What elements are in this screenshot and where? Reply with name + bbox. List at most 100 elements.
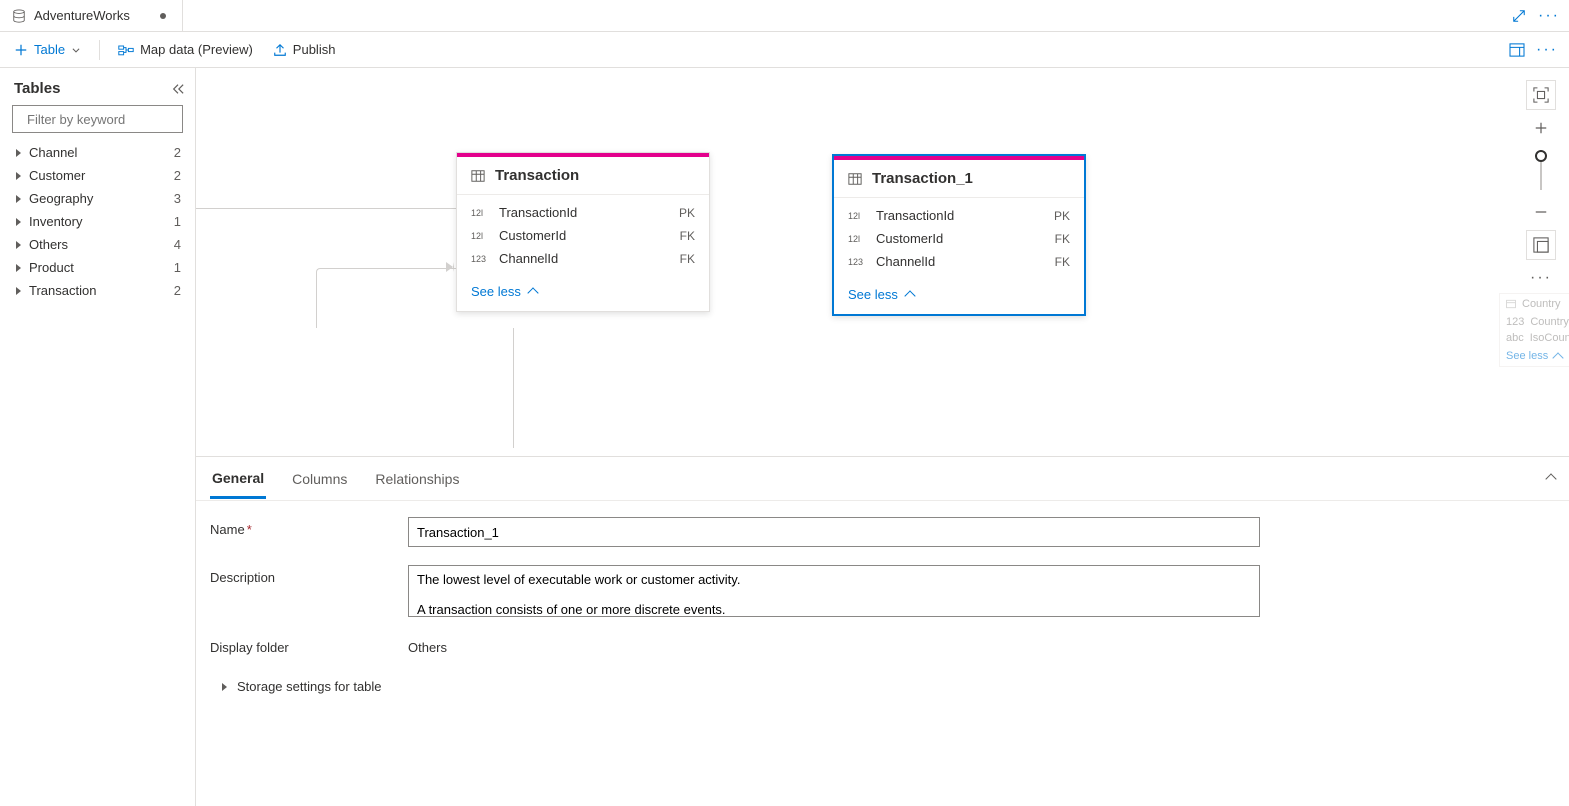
column-key: FK: [1055, 232, 1070, 246]
layout-panel-icon[interactable]: [1509, 42, 1525, 58]
column-name: CustomerId: [876, 231, 943, 246]
sidebar-title: Tables: [14, 80, 60, 97]
see-less-button[interactable]: See less: [834, 279, 1084, 314]
column-type: 123: [848, 257, 866, 267]
sidebar-tree: Channel 2 Customer 2 Geography3 Inventory1…: [0, 141, 195, 302]
name-label: Name*: [210, 517, 408, 537]
caret-icon: [222, 683, 227, 691]
map-data-label: Map data (Preview): [140, 42, 253, 57]
edge-line: [196, 208, 459, 209]
column-key: FK: [680, 252, 695, 266]
tables-sidebar: Tables Channel 2 Customer 2 Geography3 Inv…: [0, 68, 196, 806]
collapse-panel-button[interactable]: [1547, 471, 1555, 486]
description-textarea[interactable]: [408, 565, 1260, 617]
collapse-sidebar-icon[interactable]: [171, 83, 185, 95]
title-tab-adventureworks[interactable]: AdventureWorks: [0, 0, 183, 31]
storage-settings-toggle[interactable]: Storage settings for table: [210, 673, 1555, 700]
table-icon: [471, 169, 485, 183]
display-folder-value: Others: [408, 635, 447, 655]
filter-input[interactable]: [27, 112, 203, 127]
sidebar-item-label: Transaction: [29, 283, 96, 298]
sidebar-item-product[interactable]: Product1: [4, 256, 191, 279]
fit-view-button[interactable]: [1526, 80, 1556, 110]
see-less-label: See less: [471, 284, 521, 299]
see-less-label: See less: [848, 287, 898, 302]
title-tab-label: AdventureWorks: [34, 8, 130, 23]
column-key: PK: [1054, 209, 1070, 223]
sidebar-item-label: Geography: [29, 191, 93, 206]
map-data-button[interactable]: Map data (Preview): [112, 38, 259, 61]
table-card-transaction[interactable]: Transaction 12lTransactionIdPK 12lCustom…: [456, 152, 710, 312]
tab-general[interactable]: General: [210, 460, 266, 499]
column-row[interactable]: 123ChannelIdFK: [457, 247, 709, 270]
toolbar: Table Map data (Preview) Publish ···: [0, 32, 1569, 68]
filter-input-wrapper[interactable]: [12, 105, 183, 133]
table-card-peek[interactable]: Country 123CountryId abcIsoCountry See l…: [1499, 293, 1569, 367]
column-type: 12l: [471, 208, 489, 218]
description-label: Description: [210, 565, 408, 585]
new-table-label: Table: [34, 42, 65, 57]
sidebar-item-label: Channel: [29, 145, 77, 160]
column-name: TransactionId: [876, 208, 954, 223]
sidebar-item-customer[interactable]: Customer 2: [4, 164, 191, 187]
display-folder-label: Display folder: [210, 635, 408, 655]
canvas-tool-strip: ···: [1525, 80, 1557, 288]
column-type: 12l: [848, 234, 866, 244]
tab-relationships[interactable]: Relationships: [373, 461, 461, 497]
toolbar-separator: [99, 40, 100, 60]
zoom-slider-thumb[interactable]: [1535, 150, 1547, 162]
column-key: FK: [680, 229, 695, 243]
chevron-up-icon: [1553, 352, 1564, 363]
toolbar-more-icon[interactable]: ···: [1539, 42, 1555, 58]
zoom-slider[interactable]: [1540, 150, 1542, 190]
column-name: IsoCountry: [1530, 332, 1569, 344]
caret-icon: [16, 241, 21, 249]
column-row[interactable]: 12l CustomerId FK: [834, 227, 1084, 250]
column-name: CountryId: [1530, 316, 1569, 328]
column-type: 123: [471, 254, 489, 264]
sidebar-item-geography[interactable]: Geography3: [4, 187, 191, 210]
table-card-transaction-1[interactable]: Transaction_1 12lTransactionIdPK 12lCust…: [832, 154, 1086, 316]
card-title: Country: [1522, 298, 1561, 310]
sidebar-item-channel[interactable]: Channel 2: [4, 141, 191, 164]
sidebar-item-inventory[interactable]: Inventory1: [4, 210, 191, 233]
column-row[interactable]: 12lCustomerIdFK: [457, 224, 709, 247]
table-icon: [848, 172, 862, 186]
caret-icon: [16, 287, 21, 295]
sidebar-item-others[interactable]: Others4: [4, 233, 191, 256]
expand-diagonal-icon[interactable]: [1511, 8, 1527, 24]
column-row[interactable]: 123ChannelIdFK: [834, 250, 1084, 273]
edge-arrow-icon: [446, 262, 454, 272]
column-row[interactable]: 12lTransactionIdPK: [457, 201, 709, 224]
sidebar-item-count: 1: [174, 214, 181, 229]
canvas-more-button[interactable]: ···: [1526, 268, 1556, 288]
see-less-label: See less: [1506, 350, 1548, 362]
layout-toggle-button[interactable]: [1526, 230, 1556, 260]
sidebar-item-count: 1: [174, 260, 181, 275]
sidebar-item-count: 2: [174, 168, 181, 183]
caret-icon: [16, 264, 21, 272]
tab-columns[interactable]: Columns: [290, 461, 349, 497]
see-less-button[interactable]: See less: [457, 276, 709, 311]
sidebar-item-count: 4: [174, 237, 181, 252]
caret-icon: [16, 218, 21, 226]
column-row[interactable]: 12l TransactionId PK: [834, 204, 1084, 227]
column-name: TransactionId: [499, 205, 577, 220]
name-input[interactable]: [408, 517, 1260, 547]
sidebar-item-label: Customer: [29, 168, 85, 183]
database-icon: [12, 9, 26, 23]
sidebar-item-count: 2: [174, 283, 181, 298]
new-table-button[interactable]: Table: [8, 38, 87, 61]
sidebar-item-transaction[interactable]: Transaction 2: [4, 279, 191, 302]
chevron-up-icon: [904, 290, 915, 301]
caret-icon: [16, 172, 21, 180]
column-name: CustomerId: [499, 228, 566, 243]
publish-button[interactable]: Publish: [267, 38, 342, 61]
properties-tabs: General Columns Relationships: [196, 457, 1569, 501]
more-ellipsis-icon[interactable]: ···: [1541, 8, 1557, 24]
sidebar-item-count: 2: [174, 145, 181, 160]
zoom-out-button[interactable]: [1526, 202, 1556, 222]
zoom-in-button[interactable]: [1526, 118, 1556, 138]
column-type: 12l: [848, 211, 866, 221]
see-less-button[interactable]: See less: [1500, 346, 1569, 366]
